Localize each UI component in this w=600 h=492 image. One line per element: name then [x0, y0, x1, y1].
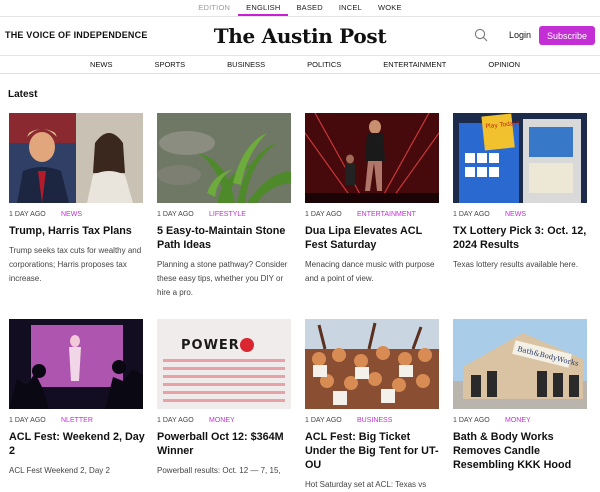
- article-card[interactable]: Play Today! 1 DAY AGO NEWS TX Lottery Pi…: [453, 113, 589, 272]
- article-time: 1 DAY AGO: [157, 211, 194, 218]
- edition-tab-english[interactable]: ENGLISH: [238, 0, 289, 16]
- article-time: 1 DAY AGO: [157, 417, 194, 424]
- search-icon[interactable]: [474, 28, 488, 42]
- article-summary: Powerball results: Oct. 12 — 7, 15,: [157, 466, 281, 475]
- article-image[interactable]: [305, 113, 439, 203]
- article-category[interactable]: NEWS: [61, 211, 82, 218]
- article-meta: 1 DAY AGO MONEY: [157, 417, 293, 424]
- article-card[interactable]: 1 DAY AGO LIFESTYLE 5 Easy-to-Maintain S…: [157, 113, 293, 300]
- article-time: 1 DAY AGO: [453, 417, 490, 424]
- powerball-logo-text: POWER: [181, 338, 240, 353]
- article-time: 1 DAY AGO: [9, 417, 46, 424]
- nav-item-opinion[interactable]: OPINION: [488, 60, 520, 69]
- article-summary: ACL Fest Weekend 2, Day 2: [9, 466, 110, 475]
- article-card[interactable]: 1 DAY AGO ENTERTAINMENT Dua Lipa Elevate…: [305, 113, 441, 286]
- article-summary: Menacing dance music with purpose and a …: [305, 260, 435, 283]
- article-summary: Trump seeks tax cuts for wealthy and cor…: [9, 246, 142, 283]
- article-time: 1 DAY AGO: [9, 211, 46, 218]
- article-category[interactable]: NLETTER: [61, 417, 93, 424]
- article-title[interactable]: Bath & Body Works Removes Candle Resembl…: [453, 430, 589, 472]
- article-meta: 1 DAY AGO BUSINESS: [305, 417, 441, 424]
- edition-tab-based[interactable]: BASED: [288, 0, 330, 16]
- article-image[interactable]: [9, 113, 143, 203]
- article-card[interactable]: POWER 1 DAY AGO MONEY Powerball Oct 12: …: [157, 319, 293, 478]
- edition-tab-woke[interactable]: WOKE: [370, 0, 410, 16]
- nav-item-politics[interactable]: POLITICS: [307, 60, 341, 69]
- article-time: 1 DAY AGO: [453, 211, 490, 218]
- nav-item-news[interactable]: NEWS: [90, 60, 113, 69]
- article-image[interactable]: [157, 113, 291, 203]
- article-title[interactable]: TX Lottery Pick 3: Oct. 12, 2024 Results: [453, 224, 589, 252]
- article-category[interactable]: ENTERTAINMENT: [357, 211, 416, 218]
- article-category[interactable]: NEWS: [505, 211, 526, 218]
- article-time: 1 DAY AGO: [305, 417, 342, 424]
- nav-item-entertainment[interactable]: ENTERTAINMENT: [383, 60, 446, 69]
- article-summary: Texas lottery results available here.: [453, 260, 578, 269]
- article-card[interactable]: 1 DAY AGO BUSINESS ACL Fest: Big Ticket …: [305, 319, 441, 492]
- article-title[interactable]: Dua Lipa Elevates ACL Fest Saturday: [305, 224, 441, 252]
- article-title[interactable]: Powerball Oct 12: $364M Winner: [157, 430, 293, 458]
- section-title: Latest: [8, 89, 38, 100]
- edition-label: EDITION: [198, 3, 231, 12]
- nav-item-sports[interactable]: SPORTS: [154, 60, 185, 69]
- article-summary: Hot Saturday set at ACL: Texas vs: [305, 480, 427, 489]
- article-category[interactable]: MONEY: [505, 417, 531, 424]
- article-category[interactable]: MONEY: [209, 417, 235, 424]
- article-image[interactable]: Play Today!: [453, 113, 587, 203]
- article-card[interactable]: Bath&BodyWorks 1 DAY AGO MONEY Bath & Bo…: [453, 319, 589, 478]
- article-image[interactable]: POWER: [157, 319, 291, 409]
- article-image[interactable]: [9, 319, 143, 409]
- article-title[interactable]: ACL Fest: Weekend 2, Day 2: [9, 430, 145, 458]
- article-meta: 1 DAY AGO ENTERTAINMENT: [305, 211, 441, 218]
- article-meta: 1 DAY AGO NEWS: [9, 211, 145, 218]
- subscribe-button[interactable]: Subscribe: [539, 26, 595, 45]
- article-image[interactable]: [305, 319, 439, 409]
- login-link[interactable]: Login: [509, 30, 531, 40]
- edition-bar: EDITION ENGLISH BASED INCEL WOKE: [0, 0, 600, 17]
- article-meta: 1 DAY AGO NLETTER: [9, 417, 145, 424]
- nav-item-business[interactable]: BUSINESS: [227, 60, 265, 69]
- main-nav: NEWS SPORTS BUSINESS POLITICS ENTERTAINM…: [0, 56, 600, 74]
- article-title[interactable]: Trump, Harris Tax Plans: [9, 224, 145, 238]
- article-title[interactable]: 5 Easy-to-Maintain Stone Path Ideas: [157, 224, 293, 252]
- article-summary: Planning a stone pathway? Consider these…: [157, 260, 288, 297]
- article-meta: 1 DAY AGO NEWS: [453, 211, 589, 218]
- article-category[interactable]: LIFESTYLE: [209, 211, 246, 218]
- article-title[interactable]: ACL Fest: Big Ticket Under the Big Tent …: [305, 430, 441, 472]
- masthead: THE VOICE OF INDEPENDENCE The Austin Pos…: [0, 17, 600, 56]
- article-card[interactable]: 1 DAY AGO NLETTER ACL Fest: Weekend 2, D…: [9, 319, 145, 478]
- article-card[interactable]: 1 DAY AGO NEWS Trump, Harris Tax Plans T…: [9, 113, 145, 286]
- article-time: 1 DAY AGO: [305, 211, 342, 218]
- article-meta: 1 DAY AGO MONEY: [453, 417, 589, 424]
- article-category[interactable]: BUSINESS: [357, 417, 392, 424]
- article-meta: 1 DAY AGO LIFESTYLE: [157, 211, 293, 218]
- article-image[interactable]: Bath&BodyWorks: [453, 319, 587, 409]
- edition-tab-incel[interactable]: INCEL: [331, 0, 370, 16]
